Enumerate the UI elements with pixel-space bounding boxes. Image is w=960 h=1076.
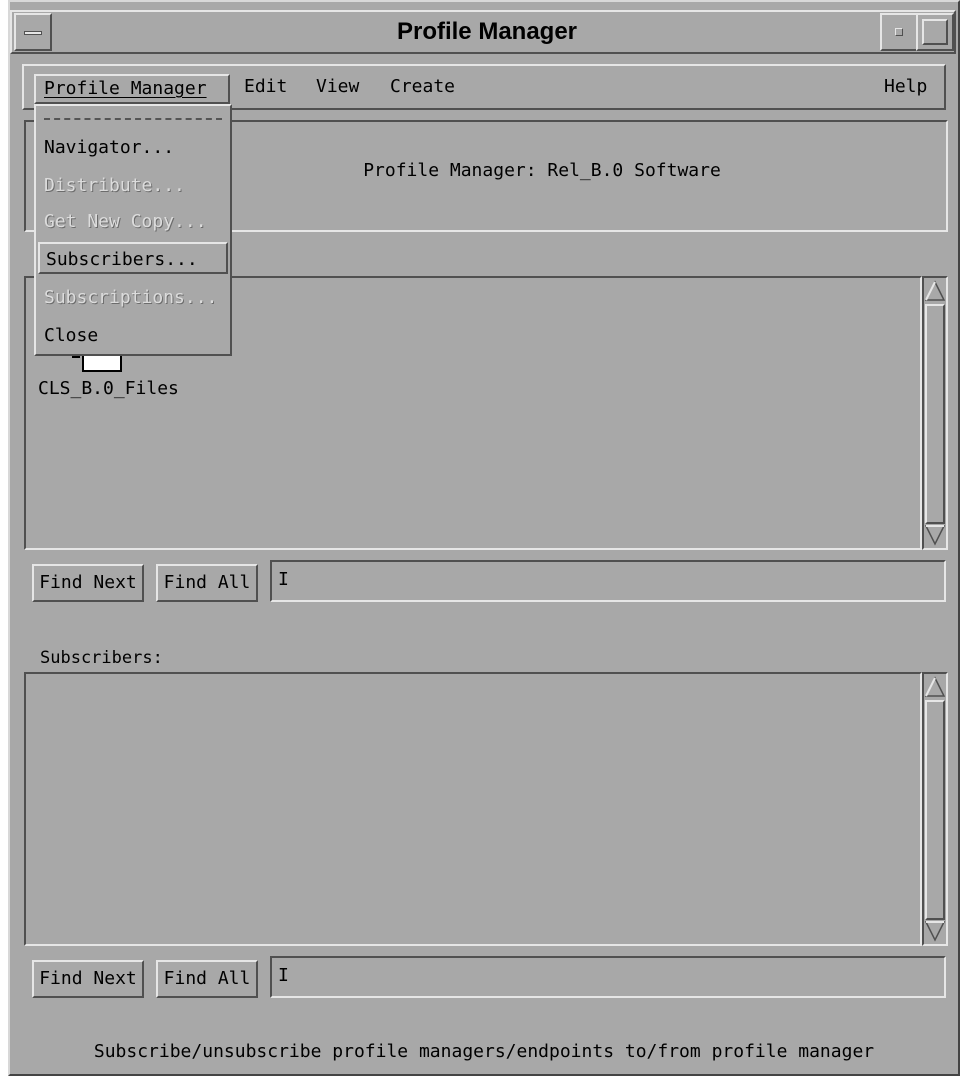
menu-item-subscriptions[interactable]: Subscriptions... [44,282,224,314]
menu-item-close[interactable]: Close [44,320,224,352]
maximize-icon [922,19,948,45]
menu-create[interactable]: Create [382,74,463,104]
menu-item-get-new-copy[interactable]: Get New Copy... [44,206,224,238]
subscribers-search-input[interactable]: I [270,956,946,998]
text-cursor-icon: I [278,965,289,986]
text-cursor-icon: I [278,569,289,590]
menu-profile-manager[interactable]: Profile Manager [34,74,230,104]
profiles-scroll-thumb[interactable] [925,304,945,524]
window-title: Profile Manager [396,18,578,45]
profiles-search-input[interactable]: I [270,560,946,602]
profiles-find-all-button[interactable]: Find All [156,564,258,602]
menu-item-navigator[interactable]: Navigator... [44,132,224,164]
scroll-down-icon[interactable] [924,920,946,947]
menu-edit[interactable]: Edit [236,74,295,104]
menu-item-subscribers[interactable]: Subscribers... [38,242,228,274]
subscribers-find-next-button[interactable]: Find Next [32,960,144,998]
profile-item-label[interactable]: CLS_B.0_Files [38,378,179,399]
title-bar[interactable]: Profile Manager [10,10,956,54]
minimize-icon [895,28,903,36]
subscribers-list[interactable] [24,672,922,946]
window-menu-icon [24,31,42,35]
window-menu-button[interactable] [14,13,52,51]
menu-view[interactable]: View [308,74,367,104]
profiles-find-next-button[interactable]: Find Next [32,564,144,602]
profile-manager-dropdown-menu: Navigator... Distribute... Get New Copy.… [34,104,232,356]
scroll-down-icon[interactable] [924,524,946,551]
status-message: Subscribe/unsubscribe profile managers/e… [93,1041,875,1062]
menu-item-distribute[interactable]: Distribute... [44,170,224,202]
subscribers-scrollbar[interactable] [922,672,948,946]
tear-off-line[interactable] [44,118,222,120]
scroll-up-icon[interactable] [924,280,946,307]
subscribers-scroll-thumb[interactable] [925,700,945,920]
scroll-up-icon[interactable] [924,676,946,703]
maximize-button[interactable] [916,13,954,51]
subscribers-heading: Subscribers: [40,648,163,668]
profiles-scrollbar[interactable] [922,276,948,550]
menu-help[interactable]: Help [876,74,935,104]
minimize-button[interactable] [880,13,918,51]
subscribers-find-all-button[interactable]: Find All [156,960,258,998]
